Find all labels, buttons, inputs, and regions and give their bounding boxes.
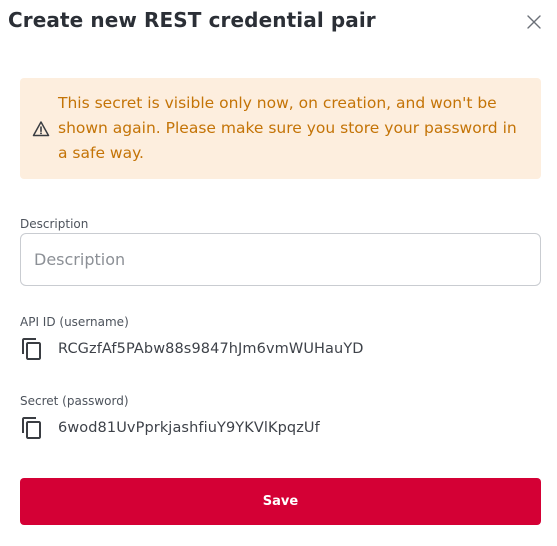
alert-message: This secret is visible only now, on crea… bbox=[58, 94, 517, 162]
secret-value: 6wod81UvPprkjashfiuY9YKVlKpqzUf bbox=[58, 420, 320, 436]
copy-icon[interactable] bbox=[20, 416, 44, 440]
close-icon bbox=[527, 15, 541, 29]
description-label: Description bbox=[20, 217, 89, 231]
api-id-value: RCGzfAf5PAbw88s9847hJm6vmWUHauYD bbox=[58, 341, 364, 357]
copy-icon[interactable] bbox=[20, 337, 44, 361]
dialog-title: Create new REST credential pair bbox=[8, 8, 376, 32]
secret-label: Secret (password) bbox=[20, 394, 129, 408]
api-id-row: RCGzfAf5PAbw88s9847hJm6vmWUHauYD bbox=[20, 337, 364, 361]
description-input[interactable] bbox=[20, 233, 541, 286]
close-button[interactable] bbox=[521, 9, 547, 35]
warning-alert: This secret is visible only now, on crea… bbox=[20, 78, 541, 179]
save-button[interactable]: Save bbox=[20, 478, 541, 525]
api-id-label: API ID (username) bbox=[20, 315, 129, 329]
secret-row: 6wod81UvPprkjashfiuY9YKVlKpqzUf bbox=[20, 416, 320, 440]
create-credential-dialog: Create new REST credential pair This sec… bbox=[0, 0, 557, 546]
warning-icon bbox=[32, 121, 50, 137]
